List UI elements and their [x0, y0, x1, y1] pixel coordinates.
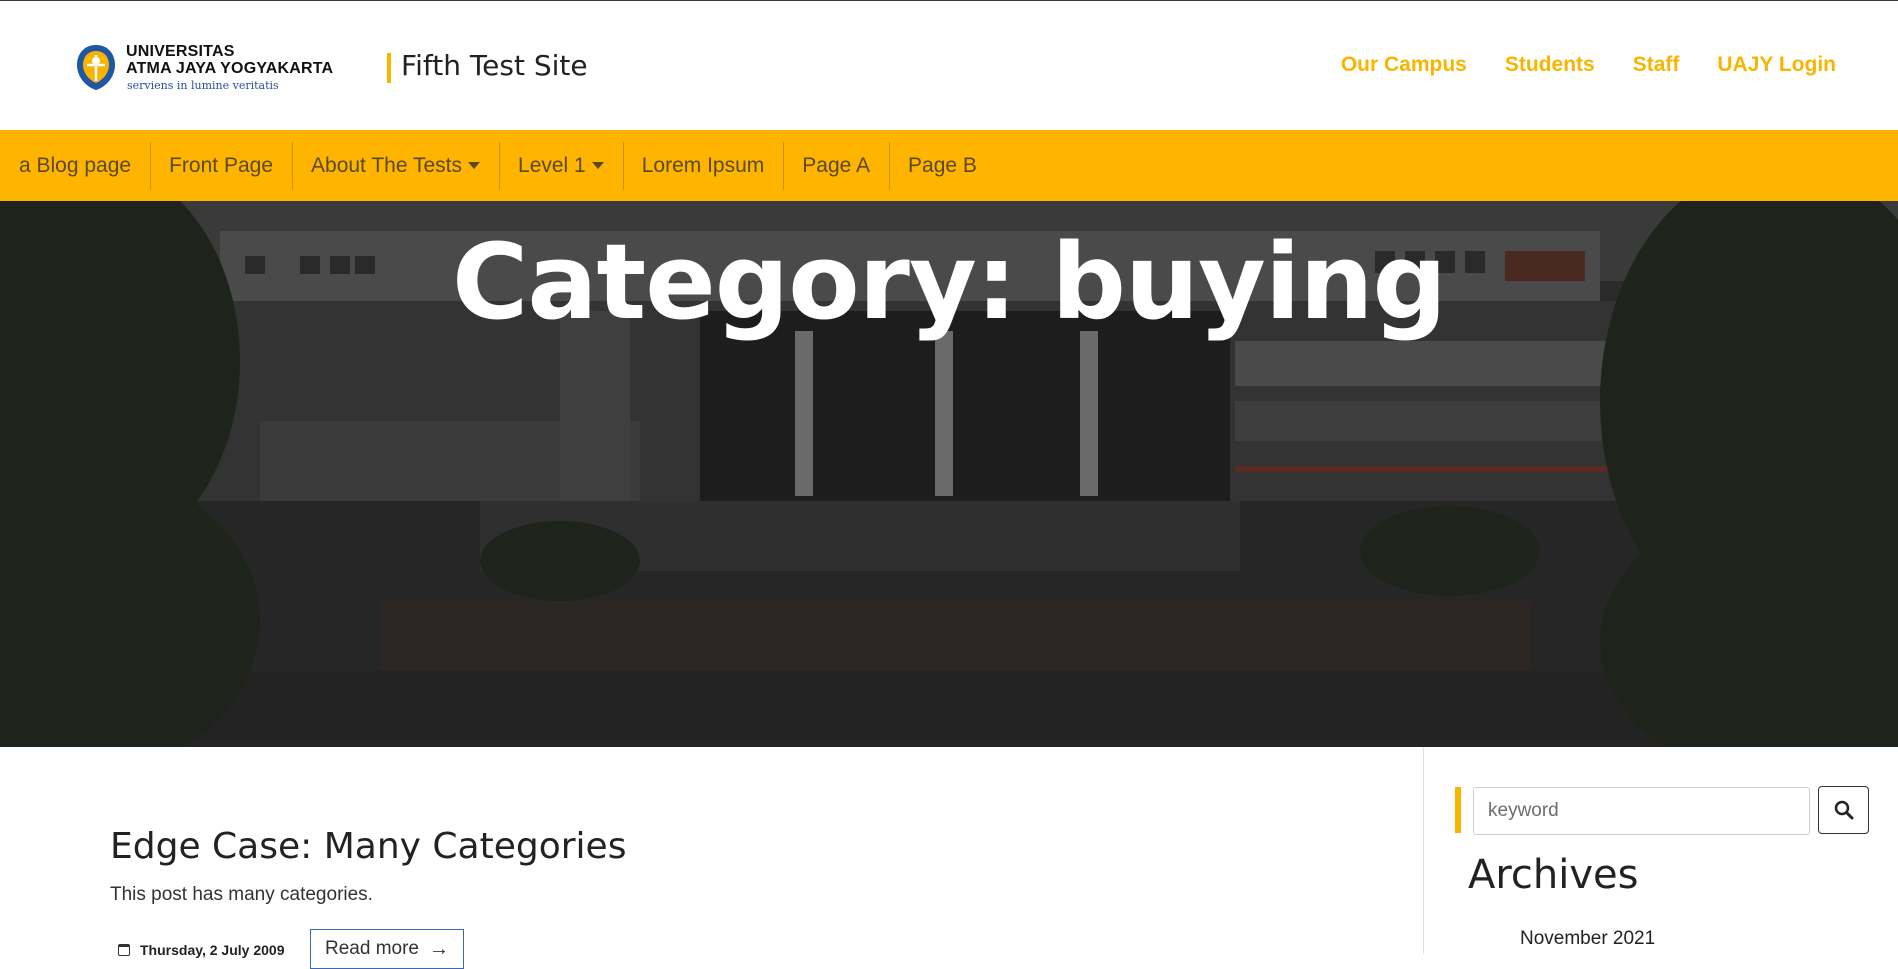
menu-item-label: Level 1: [518, 153, 586, 177]
menu-item-label: Page A: [802, 153, 871, 177]
search-accent: [1455, 787, 1461, 833]
search-icon: [1834, 800, 1853, 820]
post-date: Thursday, 2 July 2009: [140, 942, 285, 958]
logo-line-2: ATMA JAYA YOGYAKARTA: [126, 60, 334, 77]
site-header: UNIVERSITAS ATMA JAYA YOGYAKARTA servien…: [0, 1, 1898, 130]
site-title-accent: [387, 53, 391, 83]
university-emblem-icon: [77, 45, 115, 90]
menu-item-page-b[interactable]: Page B: [889, 130, 996, 201]
post-meta: Thursday, 2 July 2009: [118, 942, 284, 958]
menu-item-label: Page B: [908, 153, 977, 177]
menu-item-level-1[interactable]: Level 1: [499, 130, 623, 201]
post-excerpt: This post has many categories.: [110, 884, 373, 905]
archive-link[interactable]: November 2021: [1520, 928, 1655, 950]
site-title[interactable]: Fifth Test Site: [401, 49, 588, 82]
menu-item-lorem-ipsum[interactable]: Lorem Ipsum: [622, 130, 784, 201]
archives-heading: Archives: [1468, 852, 1639, 898]
caret-down-icon: [468, 162, 481, 169]
search-input[interactable]: [1473, 787, 1810, 835]
top-nav-uajy-login[interactable]: UAJY Login: [1717, 53, 1836, 77]
read-more-button[interactable]: Read more →: [310, 929, 464, 969]
logo-tagline: serviens in lumine veritatis: [127, 79, 279, 92]
logo-line-1: UNIVERSITAS: [126, 43, 235, 60]
post-title[interactable]: Edge Case: Many Categories: [110, 826, 626, 867]
top-nav: Our Campus Students Staff UAJY Login: [1341, 53, 1836, 77]
menu-item-label: Front Page: [169, 153, 274, 177]
menu-item-label: About The Tests: [311, 153, 463, 177]
arrow-right-icon: →: [429, 937, 449, 960]
read-more-label: Read more: [325, 938, 419, 959]
university-logo[interactable]: UNIVERSITAS ATMA JAYA YOGYAKARTA servien…: [74, 41, 334, 93]
menu-item-front-page[interactable]: Front Page: [150, 130, 292, 201]
category-hero: Category: buying: [0, 201, 1898, 747]
calendar-icon: [118, 944, 130, 956]
top-nav-students[interactable]: Students: [1505, 53, 1595, 77]
menu-item-blog-page[interactable]: a Blog page: [0, 130, 150, 201]
menu-item-about-the-tests[interactable]: About The Tests: [292, 130, 499, 201]
top-nav-our-campus[interactable]: Our Campus: [1341, 53, 1467, 77]
main-menu: a Blog page Front Page About The Tests L…: [0, 130, 1898, 201]
page-title: Category: buying: [452, 221, 1447, 343]
caret-down-icon: [591, 162, 604, 169]
top-nav-staff[interactable]: Staff: [1633, 53, 1680, 77]
sidebar-divider: [1423, 747, 1424, 954]
menu-item-page-a[interactable]: Page A: [783, 130, 889, 201]
search-button[interactable]: [1818, 786, 1869, 834]
menu-item-label: Lorem Ipsum: [641, 153, 765, 177]
menu-item-label: a Blog page: [19, 153, 132, 177]
